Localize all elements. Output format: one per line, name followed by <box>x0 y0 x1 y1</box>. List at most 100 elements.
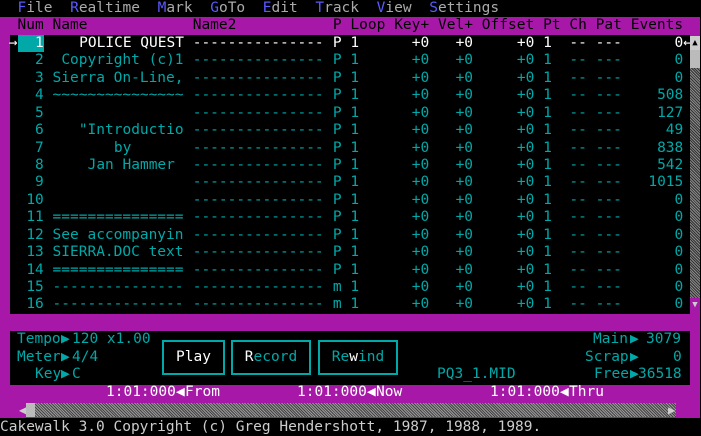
track-pt[interactable]: 1 <box>543 70 552 87</box>
track-p[interactable]: P <box>333 52 342 69</box>
track-num[interactable]: 14 <box>9 262 43 279</box>
track-pt[interactable]: 1 <box>543 87 552 104</box>
track-row[interactable]: 4 ~~~~~~~~~~~~~~~ --------------- P 1 +0 +0 +0 1… <box>0 87 701 104</box>
track-key[interactable]: +0 <box>394 105 429 122</box>
track-offset[interactable]: +0 <box>482 122 534 139</box>
track-offset[interactable]: +0 <box>482 140 534 157</box>
track-num[interactable]: 15 <box>9 279 43 296</box>
track-loop[interactable]: 1 <box>350 209 359 226</box>
track-events[interactable]: 0 <box>631 279 684 296</box>
track-name[interactable]: =============== <box>53 262 184 279</box>
track-offset[interactable]: +0 <box>482 87 534 104</box>
menu-settings[interactable]: Settings <box>429 0 499 17</box>
tempo-value[interactable]: 120 x1.00 <box>72 331 151 348</box>
track-vel[interactable]: +0 <box>438 244 473 261</box>
track-name2[interactable]: --------------- <box>193 52 324 69</box>
track-name[interactable]: --------------- <box>53 296 184 313</box>
track-vel[interactable]: +0 <box>438 262 473 279</box>
track-offset[interactable]: +0 <box>482 70 534 87</box>
track-key[interactable]: +0 <box>394 70 429 87</box>
track-ch[interactable]: -- <box>569 70 586 87</box>
track-ch[interactable]: -- <box>569 35 586 52</box>
scroll-right-icon[interactable]: ▶ <box>668 402 675 418</box>
track-key[interactable]: +0 <box>394 262 429 279</box>
track-ch[interactable]: -- <box>569 87 586 104</box>
track-num[interactable]: 3 <box>9 70 44 87</box>
track-name2[interactable]: --------------- <box>193 105 324 122</box>
track-vel[interactable]: +0 <box>438 192 473 209</box>
track-events[interactable]: 0 <box>631 192 684 209</box>
record-button[interactable]: Record <box>231 340 311 375</box>
menu-mark[interactable]: Mark <box>158 0 193 17</box>
track-num[interactable]: 12 <box>9 227 43 244</box>
track-num[interactable]: 11 <box>9 209 43 226</box>
track-offset[interactable]: +0 <box>482 244 534 261</box>
track-loop[interactable]: 1 <box>350 52 359 69</box>
track-pat[interactable]: --- <box>596 209 622 226</box>
column-header-ch[interactable]: Ch <box>569 17 586 34</box>
track-offset[interactable]: +0 <box>482 209 534 226</box>
track-ch[interactable]: -- <box>569 244 586 261</box>
track-num[interactable]: 7 <box>9 140 44 157</box>
track-pt[interactable]: 1 <box>543 296 552 313</box>
track-ch[interactable]: -- <box>569 279 586 296</box>
track-num[interactable]: 1 <box>9 35 44 52</box>
track-name2[interactable]: --------------- <box>193 157 324 174</box>
track-p[interactable]: P <box>333 209 342 226</box>
track-pt[interactable]: 1 <box>543 279 552 296</box>
track-pat[interactable]: --- <box>596 70 622 87</box>
track-pt[interactable]: 1 <box>543 52 552 69</box>
track-pat[interactable]: --- <box>596 227 622 244</box>
track-loop[interactable]: 1 <box>350 105 359 122</box>
track-key[interactable]: +0 <box>394 244 429 261</box>
track-events[interactable]: 0 <box>631 244 684 261</box>
track-row[interactable]: 3 Sierra On-Line, --------------- P 1 +0 +0 +0 1… <box>0 70 701 87</box>
track-num[interactable]: 2 <box>9 52 44 69</box>
track-vel[interactable]: +0 <box>438 157 473 174</box>
track-name2[interactable]: --------------- <box>193 262 324 279</box>
track-name[interactable]: POLICE QUEST <box>53 35 184 52</box>
menu-view[interactable]: View <box>377 0 412 17</box>
track-ch[interactable]: -- <box>569 105 586 122</box>
track-pat[interactable]: --- <box>596 35 622 52</box>
track-num[interactable]: 8 <box>9 157 44 174</box>
track-name2[interactable]: --------------- <box>193 296 324 313</box>
track-name2[interactable]: --------------- <box>193 87 324 104</box>
column-header-num[interactable]: Num <box>18 17 44 34</box>
track-name[interactable]: "Introductio <box>79 122 184 139</box>
track-name2[interactable]: --------------- <box>193 122 324 139</box>
track-row[interactable]: 5 --------------- P 1 +0 +0 +0 1 -- --- 127 <box>0 105 701 122</box>
column-header-pt[interactable]: Pt <box>543 17 560 34</box>
track-name2[interactable]: --------------- <box>193 227 324 244</box>
horizontal-scrollbar[interactable] <box>26 403 676 417</box>
track-pt[interactable]: 1 <box>543 35 552 52</box>
track-ch[interactable]: -- <box>569 140 586 157</box>
track-name2[interactable]: --------------- <box>193 35 324 52</box>
track-p[interactable]: P <box>333 157 342 174</box>
track-key[interactable]: +0 <box>394 140 429 157</box>
track-p[interactable]: P <box>333 140 342 157</box>
track-num[interactable]: 9 <box>9 174 44 191</box>
track-name[interactable]: --------------- <box>53 279 184 296</box>
track-ch[interactable]: -- <box>569 122 586 139</box>
track-ch[interactable]: -- <box>569 174 586 191</box>
track-pt[interactable]: 1 <box>543 192 552 209</box>
track-loop[interactable]: 1 <box>350 192 359 209</box>
track-offset[interactable]: +0 <box>482 192 534 209</box>
track-p[interactable]: P <box>333 192 342 209</box>
track-pt[interactable]: 1 <box>543 105 552 122</box>
menu-track[interactable]: Track <box>315 0 359 17</box>
track-num[interactable]: 10 <box>9 192 43 209</box>
track-p[interactable]: P <box>333 35 342 52</box>
track-events[interactable]: 49 <box>631 122 683 139</box>
track-offset[interactable]: +0 <box>482 296 534 313</box>
track-offset[interactable]: +0 <box>482 157 534 174</box>
track-name[interactable]: =============== <box>53 209 184 226</box>
track-loop[interactable]: 1 <box>350 174 359 191</box>
track-vel[interactable]: +0 <box>438 296 473 313</box>
track-offset[interactable]: +0 <box>482 174 534 191</box>
track-p[interactable]: P <box>333 244 342 261</box>
track-vel[interactable]: +0 <box>438 70 473 87</box>
track-loop[interactable]: 1 <box>350 70 359 87</box>
play-button[interactable]: Play <box>162 340 225 375</box>
